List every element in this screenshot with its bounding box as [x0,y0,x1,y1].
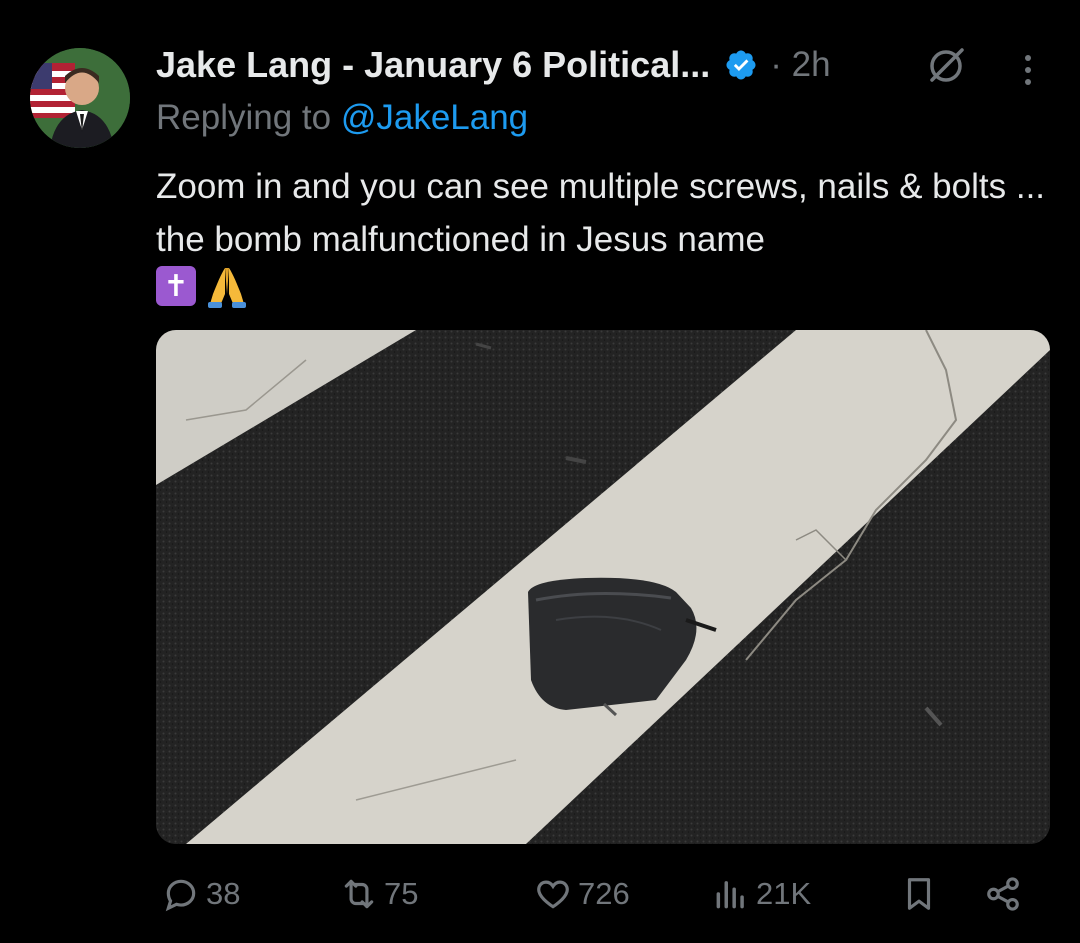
tweet-media-image[interactable] [156,330,1050,844]
share-icon [987,877,1019,911]
share-button[interactable] [984,868,1028,920]
folded-hands-emoji [204,264,250,310]
views-icon [716,881,744,909]
tweet-timestamp[interactable]: · 2h [770,45,830,85]
grok-icon[interactable] [924,44,968,88]
tweet-text: Zoom in and you can see multiple screws,… [156,167,1046,259]
replying-to: Replying to @JakeLang [156,98,528,138]
avatar-image [30,48,130,148]
like-icon [537,880,569,909]
replying-handle-link[interactable]: @JakeLang [341,98,528,137]
verified-badge-icon [724,48,758,82]
like-count: 726 [578,876,630,911]
views-count: 21K [756,876,812,911]
latin-cross-emoji: ✝ [156,266,196,306]
retweet-count: 75 [384,876,419,911]
reply-count: 38 [206,876,241,911]
author-name[interactable]: Jake Lang - January 6 Political... [156,44,710,86]
crosswalk-photo [156,330,1050,844]
like-button[interactable]: 726 [534,868,630,920]
replying-prefix: Replying to [156,98,341,137]
tweet-header: Jake Lang - January 6 Political... · 2h [156,42,1056,88]
retweet-button[interactable]: 75 [340,868,418,920]
retweet-icon [344,879,374,909]
tweet-actions-bar: 38 75 726 21K [156,868,1036,920]
bookmark-icon [907,878,931,910]
bookmark-button[interactable] [900,868,944,920]
reply-button[interactable]: 38 [162,868,240,920]
more-options-icon[interactable] [1016,50,1040,90]
author-avatar[interactable] [30,48,130,148]
views-button[interactable]: 21K [712,868,811,920]
reply-icon [165,879,196,912]
tweet-emojis: ✝ [156,264,250,310]
